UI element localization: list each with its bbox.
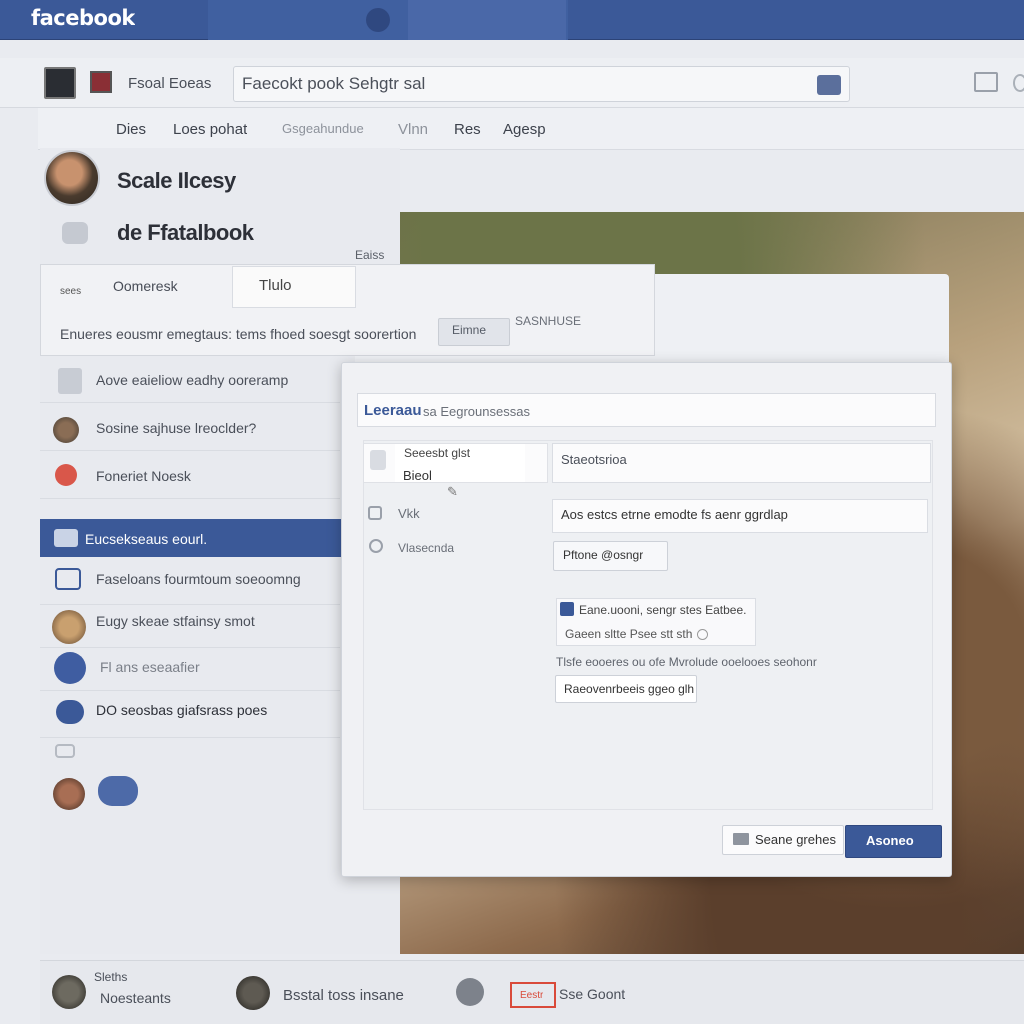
- profile-thumbnail[interactable]: [44, 67, 76, 99]
- profile-name[interactable]: Fsoal Eoeas: [128, 75, 211, 92]
- page-title: Scale Ilcesy: [117, 168, 236, 193]
- dialog-option-2[interactable]: Vlasecnda: [398, 541, 454, 555]
- avatar[interactable]: [236, 976, 270, 1010]
- list-item-label[interactable]: Fl ans eseaafier: [100, 659, 200, 675]
- phone-button-label[interactable]: Pftone @osngr: [563, 548, 643, 562]
- radio-icon[interactable]: [369, 539, 383, 553]
- bottom-item-2-label[interactable]: Bsstal toss insane: [283, 987, 404, 1004]
- user-icon: [456, 978, 484, 1006]
- messenger-icon: [56, 700, 84, 724]
- heart-icon: [55, 464, 77, 486]
- search-input-value[interactable]: Faecokt pook Sehgtr sal: [242, 74, 425, 94]
- nav-tab-3[interactable]: Gsgeahundue: [282, 121, 364, 136]
- list-item-label[interactable]: Sosine sajhuse lreoclder?: [96, 420, 256, 436]
- list-item-label[interactable]: Eugy skeae stfainsy smot: [96, 613, 255, 629]
- primary-button-label[interactable]: Asoneo: [866, 833, 914, 848]
- info-card-line-2: Gaeen sltte Psee stt sth: [565, 627, 693, 641]
- nav-tab-5[interactable]: Res: [454, 121, 481, 138]
- card-tab-active-label[interactable]: Tlulo: [259, 277, 292, 294]
- facebook-logo[interactable]: facebook: [31, 6, 135, 30]
- topbar-notification-icon[interactable]: [366, 8, 390, 32]
- dialog-left-label-1: Seeesbt glst: [404, 446, 471, 460]
- user-avatar: [53, 417, 79, 443]
- avatar[interactable]: [44, 150, 100, 206]
- checkbox-icon[interactable]: [368, 506, 382, 520]
- user-avatar: [52, 610, 86, 644]
- card-text: Enueres eousmr emegtaus: tems fhoed soes…: [60, 326, 417, 342]
- list-item-label[interactable]: DO seosbas giafsrass poes: [96, 702, 267, 718]
- facebook-icon: [560, 602, 574, 616]
- avatar[interactable]: [52, 975, 86, 1009]
- dialog-title: Leeraau: [364, 402, 422, 419]
- group-icon: [54, 529, 78, 547]
- dialog-field-1-value[interactable]: Staeotsrioa: [561, 452, 627, 467]
- list-item-label[interactable]: Faseloans fourmtoum soeoomng: [96, 571, 301, 587]
- bottom-item-1-top: Sleths: [94, 970, 128, 984]
- info-card-line-1: Eane.uooni, sengr stes Eatbee.: [579, 603, 747, 617]
- nav-tab-4[interactable]: Vlnn: [398, 121, 428, 138]
- avatar[interactable]: [98, 776, 138, 806]
- dialog-title-rest: sa Eegrounsessas: [423, 404, 530, 419]
- inbox-icon[interactable]: [974, 72, 998, 92]
- card-tab-main[interactable]: Oomeresk: [113, 278, 178, 294]
- document-icon: [370, 450, 386, 470]
- bottom-item-3-tag: Eestr: [520, 990, 544, 1001]
- list-item-label[interactable]: Aove eaieliow eadhy ooreramp: [96, 372, 288, 388]
- settings-icon[interactable]: [1013, 74, 1024, 92]
- bottom-item-3-label[interactable]: Sse Goont: [559, 986, 625, 1002]
- pencil-icon[interactable]: ✎: [447, 484, 461, 499]
- avatar[interactable]: [53, 778, 85, 810]
- circle-icon: [54, 652, 86, 684]
- dialog-left-label-2: Bieol: [403, 468, 432, 483]
- recover-button-label[interactable]: Raeovenrbeeis ggeo glh: [564, 682, 694, 696]
- hint-text: Tlsfe eooeres ou ofe Mvrolude ooelooes s…: [556, 655, 817, 669]
- dialog-option-1[interactable]: Vkk: [398, 506, 420, 521]
- dialog-field-2-value[interactable]: Aos estcs etrne emodte fs aenr ggrdlap: [561, 507, 788, 522]
- app-icon[interactable]: [90, 71, 112, 93]
- chat-icon: [55, 568, 81, 590]
- secondary-button-label[interactable]: Seane grehes: [755, 832, 836, 847]
- info-icon[interactable]: [697, 629, 708, 640]
- comment-icon: [55, 744, 75, 758]
- search-icon[interactable]: [817, 75, 841, 95]
- card-pill-label[interactable]: Eimne: [452, 323, 486, 337]
- card-tab-small[interactable]: sees: [60, 286, 81, 297]
- nav-tab-1[interactable]: Dies: [116, 121, 146, 138]
- bottom-item-1-label[interactable]: Noesteants: [100, 990, 171, 1006]
- page-icon: [58, 368, 82, 394]
- page-subtitle: de Ffatalbook: [117, 220, 254, 245]
- list-item-label[interactable]: Foneriet Noesk: [96, 468, 191, 484]
- photo-label: Eaiss: [355, 248, 385, 262]
- card-right-label: SASNHUSE: [515, 314, 582, 328]
- nav-tab-2[interactable]: Loes pohat: [173, 121, 247, 138]
- nav-tab-6[interactable]: Agesp: [503, 121, 546, 138]
- keyboard-icon: [733, 833, 749, 845]
- card-tab-active[interactable]: [232, 266, 356, 308]
- chat-icon: [62, 222, 88, 244]
- list-item-label[interactable]: Eucsekseaus eourl.: [85, 531, 207, 547]
- topbar-highlight-region: [408, 0, 566, 40]
